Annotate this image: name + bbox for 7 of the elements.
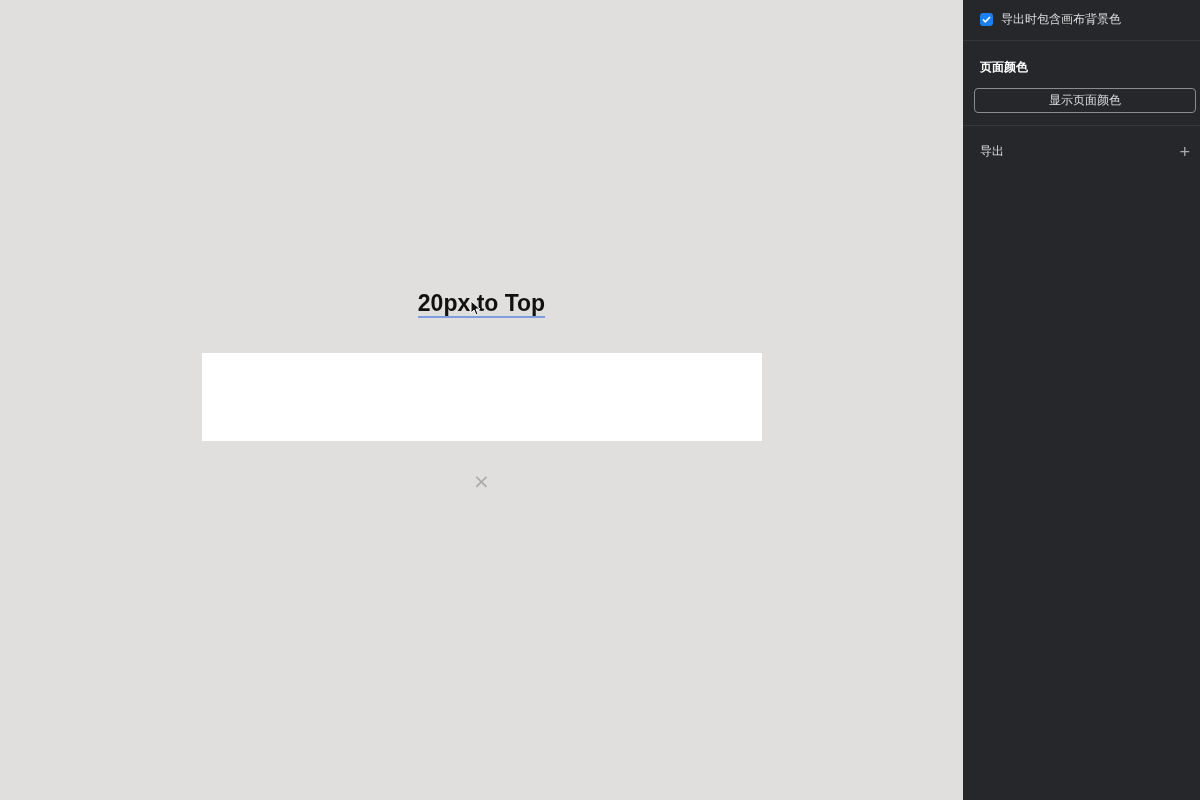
canvas-heading: 20px to Top: [417, 290, 546, 318]
add-button[interactable]: +: [1179, 143, 1190, 160]
checkbox-label: 导出时包含画布背景色: [1001, 11, 1121, 28]
section-title: 导出: [980, 143, 1004, 160]
show-page-color-button[interactable]: 显示页面颜色: [974, 88, 1196, 113]
checkbox[interactable]: [980, 13, 993, 26]
section-title: 页面颜色: [979, 59, 1029, 76]
